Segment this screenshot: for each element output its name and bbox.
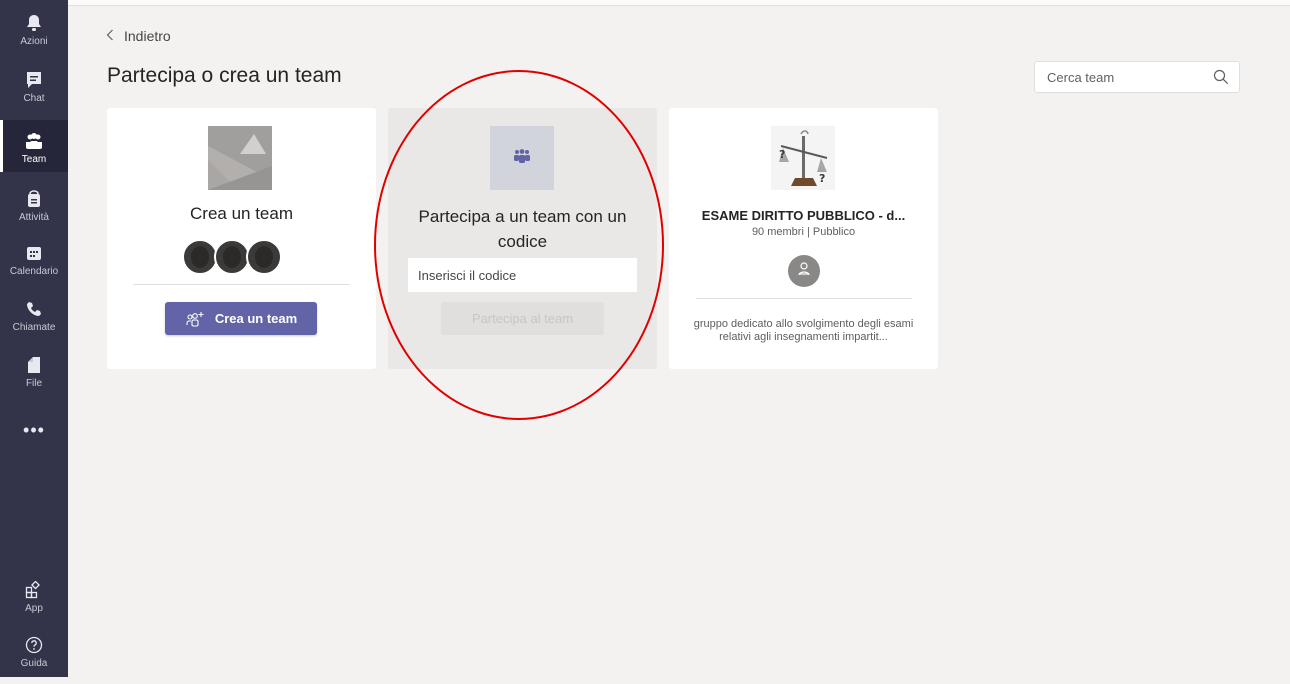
- join-team-card: Partecipa a un team con un codice Partec…: [388, 108, 657, 369]
- divider: [696, 298, 912, 299]
- sidebar-item-chiamate[interactable]: Chiamate: [0, 296, 68, 348]
- team-owner-avatar: [788, 255, 820, 287]
- assignments-icon: [23, 188, 45, 210]
- sidebar-item-attivita[interactable]: Attività: [0, 186, 68, 238]
- add-people-icon: [185, 311, 205, 327]
- avatar: [246, 239, 282, 275]
- chevron-left-icon: [106, 28, 114, 44]
- sidebar-item-chat[interactable]: Chat: [0, 67, 68, 119]
- sidebar-item-azioni[interactable]: Azioni: [0, 10, 68, 62]
- create-team-card: Crea un team Crea un team: [107, 108, 376, 369]
- sidebar-item-label: Guida: [20, 658, 48, 669]
- avatar: [182, 239, 218, 275]
- search-input[interactable]: [1045, 69, 1209, 86]
- top-bar: [68, 0, 1290, 6]
- avatar: [214, 239, 250, 275]
- create-team-button-label: Crea un team: [214, 311, 298, 326]
- back-label: Indietro: [124, 28, 171, 44]
- bell-icon: [23, 12, 45, 34]
- join-team-button[interactable]: Partecipa al team: [441, 302, 604, 335]
- sidebar-item-guida[interactable]: Guida: [0, 632, 68, 684]
- app-sidebar: Azioni Chat Team Attività Calendario Chi…: [0, 0, 68, 677]
- page-title: Partecipa o crea un team: [107, 64, 342, 87]
- team-meta: 90 membri | Pubblico: [751, 226, 856, 238]
- help-icon: [23, 634, 45, 656]
- sidebar-item-label: Chiamate: [12, 322, 56, 333]
- file-icon: [23, 354, 45, 376]
- teams-icon: [512, 148, 532, 168]
- sidebar-item-label: Calendario: [9, 266, 59, 277]
- team-code-input[interactable]: [408, 258, 637, 292]
- sidebar-item-label: File: [25, 378, 43, 389]
- create-team-title: Crea un team: [190, 204, 293, 223]
- join-team-title: Partecipa a un team con un codice: [418, 207, 627, 251]
- search-icon[interactable]: [1213, 69, 1229, 90]
- more-apps-icon[interactable]: •••: [0, 418, 68, 442]
- avatar-group: [182, 239, 302, 275]
- team-placeholder-image: [208, 126, 272, 190]
- sidebar-item-label: Attività: [18, 212, 49, 223]
- create-team-button[interactable]: Crea un team: [165, 302, 317, 335]
- team-description: gruppo dedicato allo svolgimento degli e…: [693, 318, 914, 343]
- sidebar-item-label: Team: [21, 154, 47, 165]
- sidebar-item-calendario[interactable]: Calendario: [0, 240, 68, 292]
- svg-text:?: ?: [819, 172, 825, 185]
- sidebar-item-label: Chat: [23, 93, 45, 104]
- sidebar-item-label: Azioni: [20, 36, 48, 47]
- divider: [133, 284, 350, 285]
- chat-icon: [23, 69, 45, 91]
- apps-icon: [23, 579, 45, 601]
- back-link[interactable]: Indietro: [106, 28, 171, 44]
- teams-icon: [23, 130, 45, 152]
- sidebar-item-app[interactable]: App: [0, 577, 68, 629]
- sidebar-item-label: App: [25, 603, 43, 614]
- person-icon: [797, 261, 811, 282]
- sidebar-item-file[interactable]: File: [0, 352, 68, 404]
- suggested-team-card[interactable]: ? ? ESAME DIRITTO PUBBLICO - d... 90 mem…: [669, 108, 938, 369]
- calendar-icon: [23, 242, 45, 264]
- join-team-image: [490, 126, 554, 190]
- phone-icon: [23, 298, 45, 320]
- svg-text:?: ?: [779, 148, 785, 161]
- team-image: ? ?: [771, 126, 835, 190]
- team-name: ESAME DIRITTO PUBBLICO - d...: [701, 208, 906, 223]
- search-box: [1034, 61, 1240, 93]
- sidebar-item-team[interactable]: Team: [0, 120, 68, 172]
